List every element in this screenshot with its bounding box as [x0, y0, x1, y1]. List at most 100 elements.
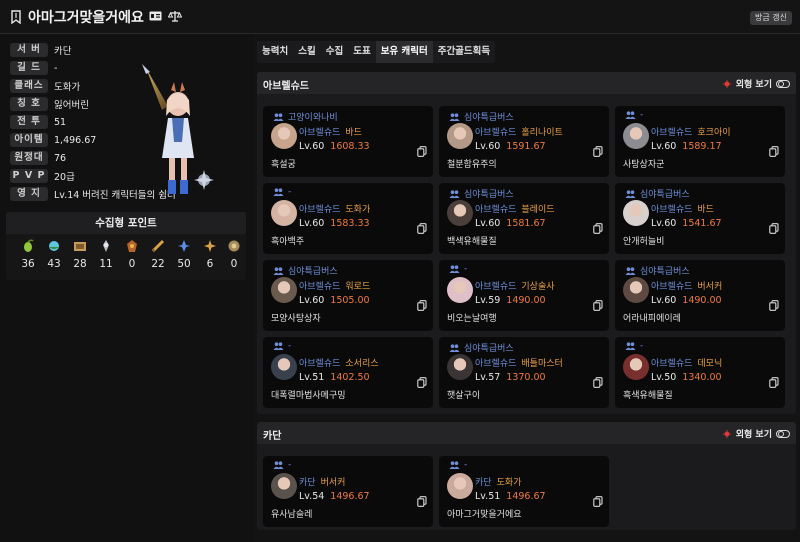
character-name: 흑색유해물질 [623, 391, 673, 401]
tab-charts[interactable]: 도표 [348, 41, 375, 63]
info-value: 20급 [54, 172, 75, 183]
guild-row: 심야특급버스 [449, 110, 514, 123]
character-avatar [623, 123, 649, 149]
character-card[interactable]: - 아브렐슈드 소서리스 Lv.51 1402.50 대폭렬마법사메구밍 [263, 337, 433, 408]
character-server: 아브렐슈드 [651, 205, 693, 215]
tab-weekly-gold[interactable]: 주간골드획득 [433, 41, 495, 63]
info-value: 잃어버린 [54, 100, 89, 111]
server-class-row: 아브렐슈드 바드 [651, 202, 714, 215]
character-card[interactable]: 고양이와나비 아브렐슈드 바드 Lv.60 1608.33 흑설궁 [263, 106, 433, 177]
copy-icon[interactable] [417, 496, 427, 507]
character-card[interactable]: - 아브렐슈드 도화가 Lv.60 1583.33 흑아백주 [263, 183, 433, 254]
guild-row: - [625, 110, 643, 120]
copy-icon[interactable] [593, 377, 603, 388]
character-level: Lv.60 [475, 141, 501, 152]
guild-name: 심야특급버스 [464, 113, 514, 123]
tab-collection[interactable]: 수집 [321, 41, 348, 63]
guild-row: 심야특급버스 [625, 187, 690, 200]
orgel-icon [228, 240, 240, 252]
compare-scale-icon[interactable] [168, 10, 182, 22]
collect-item-adventure-record[interactable]: 22 [146, 239, 170, 270]
server-class-row: 아브렐슈드 홀리나이트 [475, 125, 563, 138]
copy-icon[interactable] [769, 223, 779, 234]
character-card[interactable]: 심야특급버스 아브렐슈드 버서커 Lv.60 1490.00 어라내피에이레 [615, 260, 785, 331]
info-row-guild: 길 드 - [10, 60, 57, 76]
collect-item-great-art[interactable]: 28 [68, 239, 92, 270]
character-class: 배틀마스터 [521, 359, 563, 369]
tab-stats[interactable]: 능력치 [257, 41, 293, 63]
users-icon [273, 461, 284, 469]
users-icon [625, 342, 636, 350]
toggle-switch-icon[interactable] [776, 79, 790, 88]
users-icon [625, 111, 636, 119]
character-card[interactable]: - 아브렐슈드 호크아이 Lv.60 1589.17 사탕상자군 [615, 106, 785, 177]
character-card[interactable]: 심야특급버스 아브렐슈드 블레이드 Lv.60 1581.67 백색유해물질 [439, 183, 609, 254]
character-card[interactable]: 심야특급버스 아브렐슈드 배틀마스터 Lv.57 1370.00 햇살구이 [439, 337, 609, 408]
collect-count: 0 [230, 258, 238, 270]
copy-icon[interactable] [593, 223, 603, 234]
toggle-switch-icon[interactable] [776, 429, 790, 438]
character-avatar [271, 277, 297, 303]
id-card-icon[interactable] [149, 11, 162, 21]
tab-owned-characters[interactable]: 보유 캐릭터 [375, 41, 433, 63]
collect-count: 50 [177, 258, 191, 270]
character-server: 아브렐슈드 [475, 359, 517, 369]
character-avatar [623, 200, 649, 226]
copy-icon[interactable] [769, 300, 779, 311]
bookmark-icon[interactable] [10, 10, 22, 24]
copy-icon[interactable] [593, 300, 603, 311]
character-card[interactable]: - 카단 도화가 Lv.51 1496.67 아마그거맞을거에요 [439, 456, 609, 527]
character-card[interactable]: - 아브렐슈드 데모닉 Lv.50 1340.00 흑색유해물질 [615, 337, 785, 408]
copy-icon[interactable] [417, 223, 427, 234]
copy-icon[interactable] [417, 146, 427, 157]
profile-panel: 서 버 카단 길 드 - 클래스 도화가 칭 호 잃어버린 전 투 51 아이템… [0, 34, 252, 542]
item-level: 1608.33 [330, 141, 370, 152]
character-card[interactable]: - 아브렐슈드 기상술사 Lv.59 1490.00 비오는날여행 [439, 260, 609, 331]
copy-icon[interactable] [769, 377, 779, 388]
info-row-class: 클래스 도화가 [10, 78, 80, 94]
appearance-toggle[interactable]: 외형 보기 [722, 77, 790, 90]
level-row: Lv.54 1496.67 [299, 491, 370, 502]
character-class: 버서커 [320, 478, 346, 488]
character-card[interactable]: - 카단 버서커 Lv.54 1496.67 유사남슬레 [263, 456, 433, 527]
adventure-record-icon [151, 239, 165, 253]
character-class: 블레이드 [521, 205, 555, 215]
tab-skills[interactable]: 스킬 [293, 41, 320, 63]
character-avatar [623, 354, 649, 380]
character-card[interactable]: 심야특급버스 아브렐슈드 워로드 Lv.60 1505.00 모양사탕상자 [263, 260, 433, 331]
collect-item-orgel[interactable]: 0 [222, 239, 246, 270]
collect-item-world-tree-leaf[interactable]: 50 [172, 239, 196, 270]
collect-item-mokoko[interactable]: 36 [16, 239, 40, 270]
collect-count: 28 [73, 258, 87, 270]
info-label: 아이템 [10, 133, 48, 147]
character-name: 안개허늘비 [623, 237, 665, 247]
collect-item-orpheus-star[interactable]: 6 [198, 239, 222, 270]
guild-name: - [464, 460, 468, 470]
server-class-row: 아브렐슈드 블레이드 [475, 202, 555, 215]
refresh-button[interactable]: 방금 갱신 [750, 11, 792, 25]
collect-item-giant-heart[interactable]: 11 [94, 239, 118, 270]
info-row-title: 칭 호 잃어버린 [10, 96, 89, 112]
collect-item-ignea[interactable]: 0 [120, 239, 144, 270]
guild-row: - [449, 264, 467, 274]
character-avatar [271, 123, 297, 149]
copy-icon[interactable] [417, 300, 427, 311]
users-icon [449, 343, 460, 352]
copy-icon[interactable] [769, 146, 779, 157]
appearance-toggle[interactable]: 외형 보기 [722, 427, 790, 440]
copy-icon[interactable] [593, 496, 603, 507]
character-avatar [447, 473, 473, 499]
guild-name: - [288, 187, 292, 197]
guild-name: - [288, 460, 292, 470]
copy-icon[interactable] [417, 377, 427, 388]
character-title: 아마그거맞을거에요 [28, 10, 144, 26]
character-level: Lv.59 [475, 295, 501, 306]
copy-icon[interactable] [593, 146, 603, 157]
item-level: 1541.67 [682, 218, 722, 229]
character-card[interactable]: 심야특급버스 아브렐슈드 바드 Lv.60 1541.67 안개허늘비 [615, 183, 785, 254]
guild-name: - [464, 264, 468, 274]
collect-item-island-heart[interactable]: 43 [42, 239, 66, 270]
character-server: 카단 [475, 478, 492, 488]
character-card[interactable]: 심야특급버스 아브렐슈드 홀리나이트 Lv.60 1591.67 철분함유주의 [439, 106, 609, 177]
item-level: 1370.00 [506, 372, 546, 383]
